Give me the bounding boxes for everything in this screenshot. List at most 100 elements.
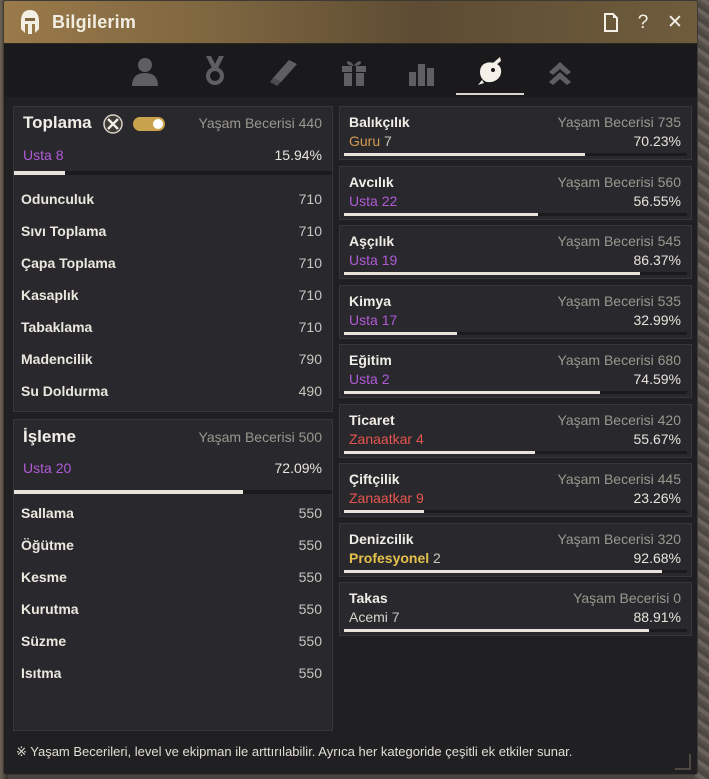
skill-name: Aşçılık (349, 233, 395, 249)
sub-skill-value: 710 (298, 223, 322, 239)
sub-skill-value: 550 (298, 665, 322, 681)
skill-level: Acemi 7 (349, 609, 400, 625)
sub-skill-value: 710 (298, 255, 322, 271)
tab-life-skills[interactable] (454, 44, 526, 97)
skill-percent: 70.23% (633, 133, 681, 149)
skill-level: Usta 22 (349, 193, 397, 209)
sub-skill-row[interactable]: Odunculuk 710 (21, 183, 322, 215)
sub-skill-value: 550 (298, 505, 322, 521)
sub-skill-row[interactable]: Süzme 550 (21, 625, 322, 657)
sub-skill-row[interactable]: Su Doldurma 490 (21, 375, 322, 407)
sub-skill-row[interactable]: Sıvı Toplama 710 (21, 215, 322, 247)
skill-progress-track (344, 450, 687, 454)
sub-skill-value: 550 (298, 633, 322, 649)
scroll-icon (270, 59, 297, 86)
skill-card[interactable]: Takas Yaşam Becerisi 0 Acemi 7 88.91% (339, 582, 692, 636)
crossed-tools-icon[interactable] (103, 114, 123, 134)
skill-name: Avcılık (349, 173, 394, 190)
skill-progress-track (344, 391, 687, 394)
sub-skill-row[interactable]: Kesme 550 (21, 561, 322, 593)
processing-life-skill: Yaşam Becerisi 500 (199, 429, 322, 445)
tab-stats[interactable] (386, 44, 458, 97)
sub-skill-row[interactable]: Madencilik 790 (21, 343, 322, 375)
sub-skill-name: Sıvı Toplama (21, 223, 107, 239)
sub-skill-row[interactable]: Kasaplık 710 (21, 279, 322, 311)
level-rank: Usta (23, 460, 52, 476)
sub-skill-value: 710 (298, 287, 322, 303)
skill-card[interactable]: Aşçılık Yaşam Becerisi 545 Usta 19 86.37% (339, 225, 692, 279)
resize-handle[interactable] (675, 754, 691, 770)
skill-life: Yaşam Becerisi 560 (558, 174, 681, 190)
document-icon[interactable] (601, 13, 621, 33)
life-skill-label: Yaşam Becerisi (198, 115, 295, 131)
tab-rank[interactable] (524, 44, 596, 97)
skill-level-number: 9 (415, 490, 424, 506)
sub-skill-row[interactable]: Isıtma 550 (21, 657, 322, 689)
sub-skill-row[interactable]: Sallama 550 (21, 497, 322, 529)
skill-level: Zanaatkar 4 (349, 431, 424, 447)
tab-gift[interactable] (318, 44, 390, 97)
skill-card[interactable]: Kimya Yaşam Becerisi 535 Usta 17 32.99% (339, 284, 692, 339)
skill-card[interactable]: Çiftçilik Yaşam Becerisi 445 Zanaatkar 9 23… (339, 463, 692, 517)
sub-skill-name: Tabaklama (21, 319, 93, 335)
skill-card[interactable]: Avcılık Yaşam Becerisi 560 Usta 22 56.55% (339, 165, 692, 220)
life-skill-label: Yaşam Becerisi (557, 471, 654, 487)
close-icon[interactable]: ✕ (665, 12, 685, 33)
skill-rank: Zanaatkar (349, 430, 413, 447)
skill-life: Yaşam Becerisi 545 (558, 233, 681, 249)
sub-skill-name: Süzme (21, 633, 67, 649)
skill-card[interactable]: Ticaret Yaşam Becerisi 420 Zanaatkar 4 55.6… (339, 403, 692, 458)
skill-rank: Acemi (349, 609, 388, 625)
skill-progress-fill (344, 629, 649, 632)
sub-skill-value: 550 (298, 537, 322, 553)
sub-skill-row[interactable]: Kurutma 550 (21, 593, 322, 625)
sub-skill-name: Odunculuk (21, 191, 95, 207)
life-skill-value: 440 (298, 115, 322, 131)
skill-percent: 32.99% (633, 311, 681, 328)
skill-card[interactable]: Denizcilik Yaşam Becerisi 320 Profesyonel … (339, 522, 692, 577)
sub-skill-row[interactable]: Tabaklama 710 (21, 311, 322, 343)
sub-skill-name: Kasaplık (21, 287, 79, 303)
level-rank: Usta (23, 147, 52, 163)
life-skill-label: Yaşam Becerisi (557, 173, 654, 190)
life-skill-label: Yaşam Becerisi (557, 114, 654, 130)
sub-skill-row[interactable]: Öğütme 550 (21, 529, 322, 561)
help-icon[interactable]: ? (633, 12, 653, 33)
tab-profile[interactable] (109, 44, 181, 97)
skill-card[interactable]: Balıkçılık Yaşam Becerisi 735 Guru 7 70.23% (339, 106, 692, 160)
skill-percent: 23.26% (633, 490, 681, 506)
sub-skill-name: Sallama (21, 505, 74, 521)
life-skill-value: 0 (673, 590, 681, 606)
processing-progress-fill (14, 490, 244, 494)
skill-card[interactable]: Eğitim Yaşam Becerisi 680 Usta 2 74.59% (339, 344, 692, 398)
profile-icon (132, 57, 158, 86)
skill-level: Guru 7 (349, 133, 392, 149)
skill-percent: 86.37% (633, 252, 681, 268)
skill-name: Eğitim (349, 352, 392, 368)
tab-scroll[interactable] (248, 44, 320, 97)
life-skill-label: Yaşam Becerisi (557, 352, 654, 368)
gathering-toggle[interactable] (133, 117, 165, 131)
tab-medal[interactable] (179, 44, 251, 97)
skill-life: Yaşam Becerisi 445 (558, 471, 681, 487)
skill-progress-track (344, 629, 687, 632)
skill-level-number: 7 (384, 133, 392, 149)
life-skill-value: 535 (657, 292, 681, 309)
life-skill-label: Yaşam Becerisi (557, 530, 654, 547)
helmet-icon (17, 8, 43, 36)
sub-skill-row[interactable]: Çapa Toplama 710 (21, 247, 322, 279)
title-bar[interactable]: Bilgilerim ? ✕ (4, 1, 697, 44)
gathering-level: Usta 8 (23, 147, 63, 163)
skill-level: Usta 19 (349, 252, 397, 268)
skill-name: Ticaret (349, 411, 395, 428)
skill-progress-fill (344, 510, 424, 513)
sub-skill-value: 710 (298, 191, 322, 207)
level-number: 20 (55, 460, 72, 476)
gathering-title: Toplama (23, 113, 92, 132)
skill-level-number: 17 (381, 311, 398, 328)
skill-progress-track (344, 272, 687, 275)
skill-name: Kimya (349, 292, 392, 309)
life-skill-value: 320 (657, 530, 681, 547)
sub-skill-name: Su Doldurma (21, 383, 109, 399)
sub-skill-value: 490 (298, 383, 322, 399)
